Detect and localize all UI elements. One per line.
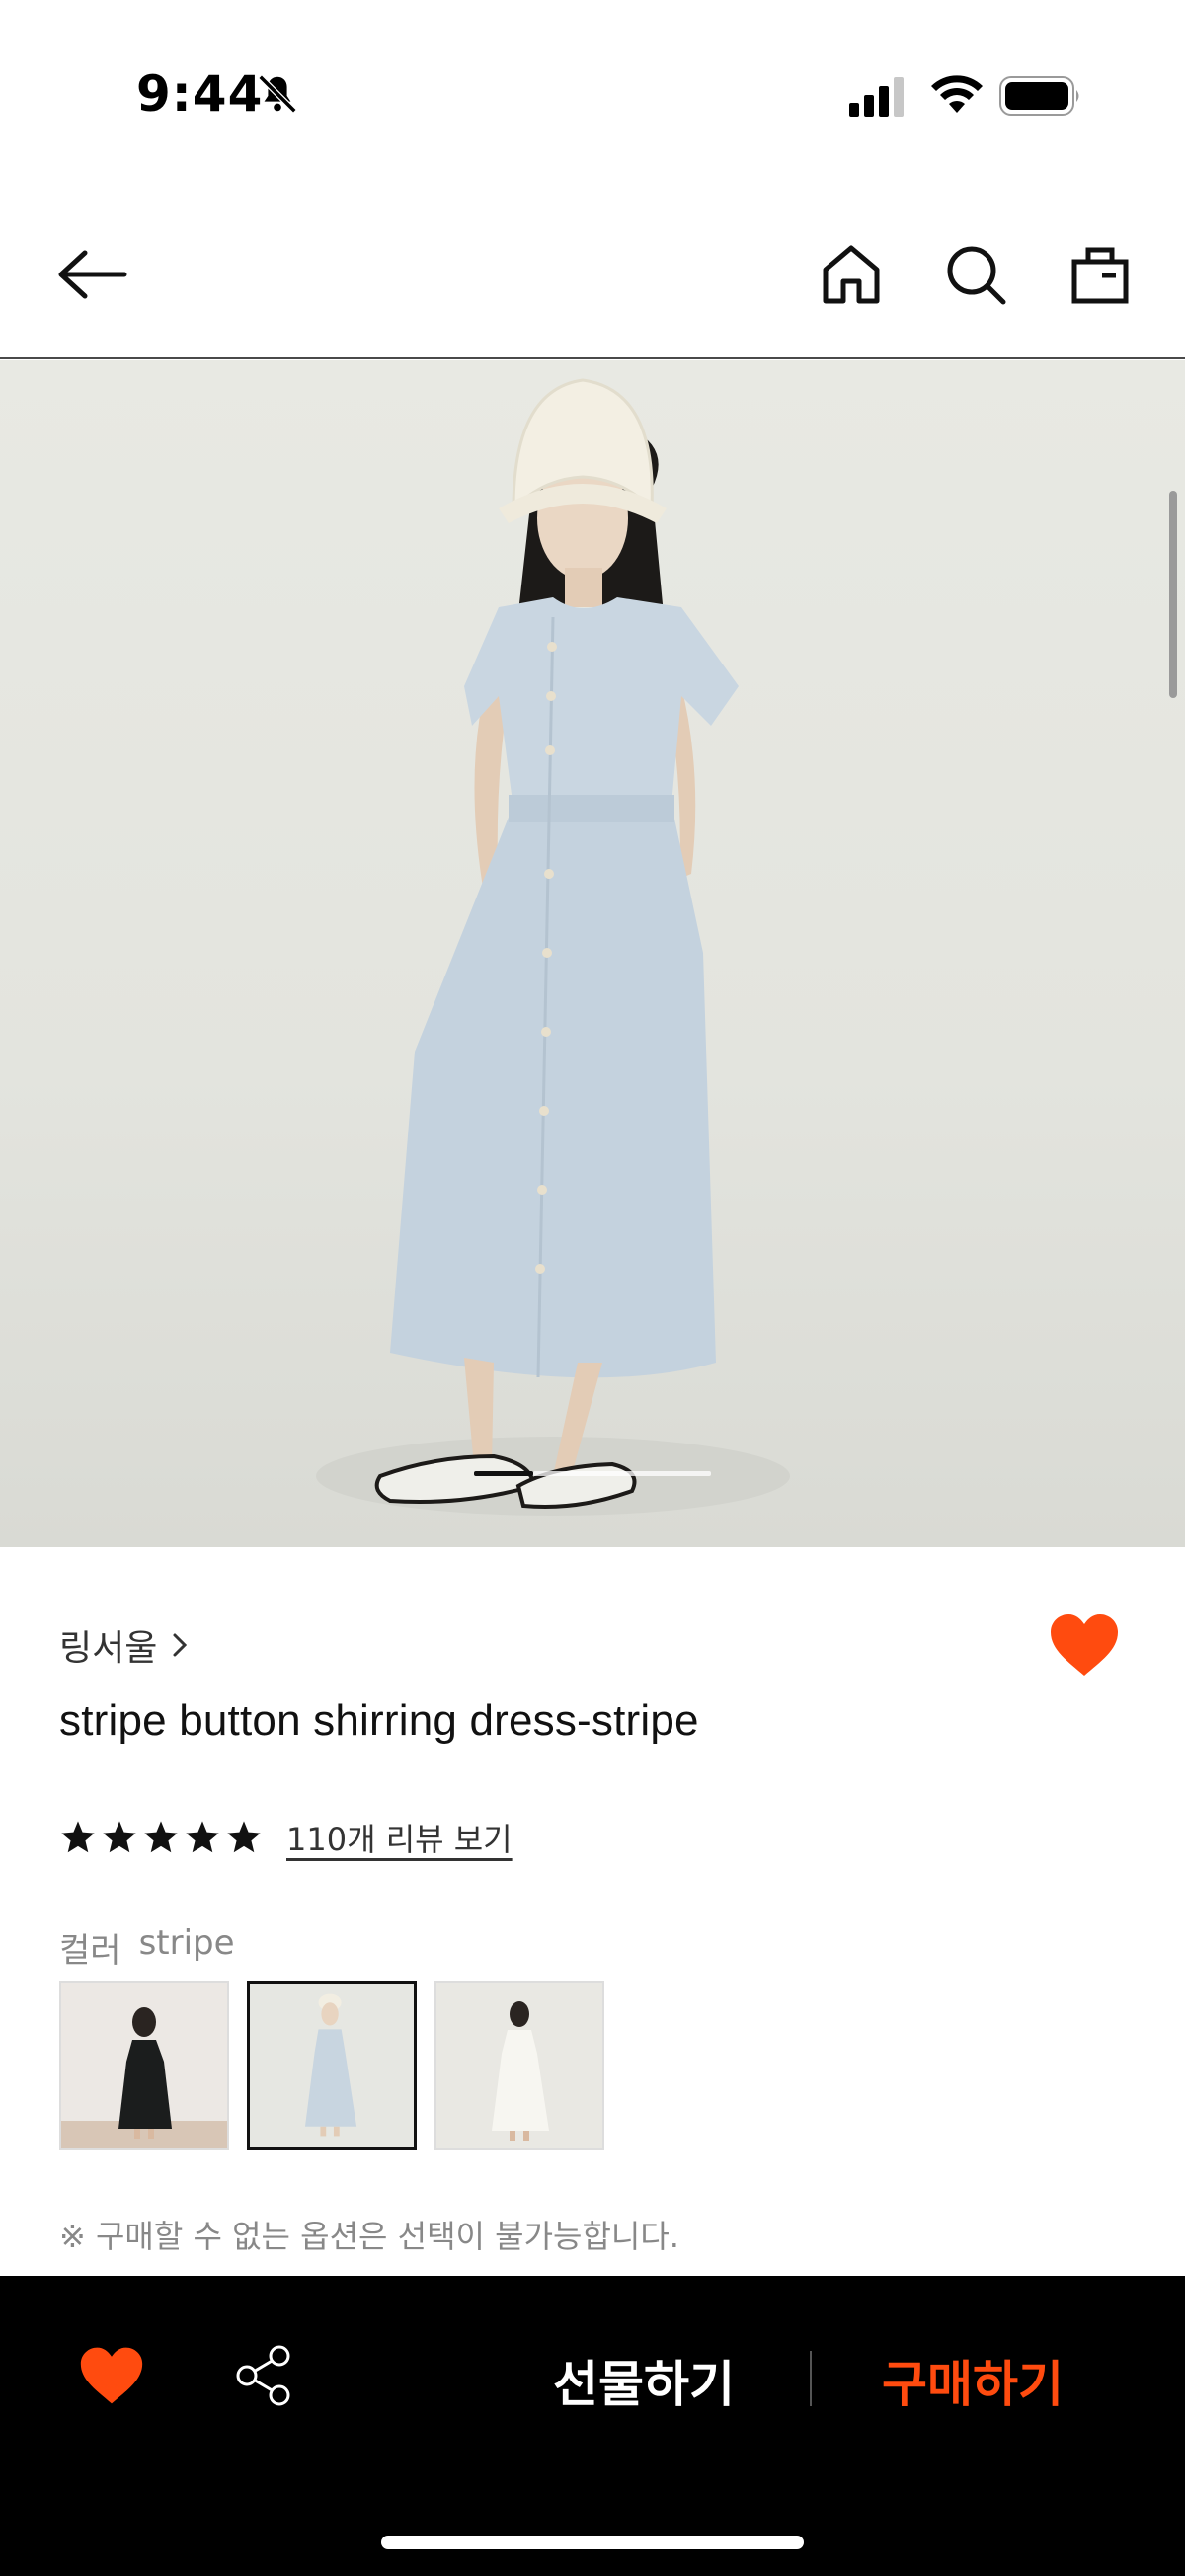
nav-header bbox=[0, 197, 1185, 359]
cellular-signal-icon bbox=[849, 77, 904, 117]
bell-slash-icon bbox=[258, 74, 297, 114]
wifi-icon bbox=[931, 75, 983, 113]
swatch-image bbox=[61, 2007, 227, 2148]
status-bar: 9:44 bbox=[0, 0, 1185, 188]
carousel-indicator bbox=[474, 1471, 711, 1476]
divider bbox=[810, 2351, 812, 2406]
star-icon bbox=[144, 1821, 178, 1853]
rating-stars bbox=[59, 1819, 263, 1856]
option-notice: ※ 구매할 수 없는 옵션은 선택이 불가능합니다. bbox=[59, 2218, 679, 2255]
buy-button[interactable]: 구매하기 bbox=[882, 2345, 1064, 2416]
product-image-carousel[interactable] bbox=[0, 360, 1185, 1547]
color-swatch-stripe[interactable] bbox=[247, 1981, 417, 2150]
color-swatches bbox=[59, 1981, 604, 2150]
color-swatch-black[interactable] bbox=[59, 1981, 229, 2150]
rating-row: 110개 리뷰 보기 bbox=[59, 1815, 513, 1860]
bottom-action-bar: 선물하기 구매하기 bbox=[0, 2276, 1185, 2576]
swatch-image bbox=[492, 2001, 549, 2141]
product-photo bbox=[316, 378, 790, 1516]
star-icon bbox=[61, 1821, 95, 1853]
swatch-image bbox=[304, 1993, 357, 2137]
status-time: 9:44 bbox=[136, 65, 264, 122]
brand-name: 링서울 bbox=[59, 1628, 158, 1669]
back-button[interactable] bbox=[55, 237, 130, 312]
scroll-indicator bbox=[1169, 491, 1177, 698]
search-icon bbox=[947, 246, 1006, 305]
home-button[interactable] bbox=[814, 237, 889, 312]
home-icon bbox=[823, 245, 880, 304]
chevron-right-icon bbox=[173, 1633, 188, 1657]
favorite-heart-icon[interactable] bbox=[1049, 1611, 1120, 1678]
star-icon bbox=[227, 1821, 261, 1853]
arrow-left-icon bbox=[58, 250, 127, 299]
star-icon bbox=[103, 1821, 136, 1853]
search-button[interactable] bbox=[938, 237, 1013, 312]
color-swatch-ivory[interactable] bbox=[434, 1981, 604, 2150]
home-indicator bbox=[381, 2536, 804, 2549]
review-link[interactable]: 110개 리뷰 보기 bbox=[286, 1815, 513, 1860]
wishlist-heart-icon[interactable] bbox=[79, 2345, 144, 2406]
brand-link[interactable]: 링서울 bbox=[59, 1619, 189, 1671]
gift-button[interactable]: 선물하기 bbox=[553, 2345, 735, 2416]
shopping-bag-icon bbox=[1071, 247, 1129, 304]
battery-icon bbox=[999, 76, 1079, 116]
carousel-dot-active bbox=[474, 1471, 533, 1476]
cart-button[interactable] bbox=[1063, 237, 1138, 312]
share-icon[interactable] bbox=[233, 2345, 294, 2406]
star-icon bbox=[186, 1821, 219, 1853]
carousel-dot bbox=[533, 1471, 711, 1476]
color-label: 컬러 bbox=[59, 1931, 121, 1971]
product-title: stripe button shirring dress-stripe bbox=[59, 1696, 699, 1745]
color-option-label-row: 컬러 stripe bbox=[59, 1923, 235, 1972]
color-selected-value: stripe bbox=[138, 1923, 235, 1963]
